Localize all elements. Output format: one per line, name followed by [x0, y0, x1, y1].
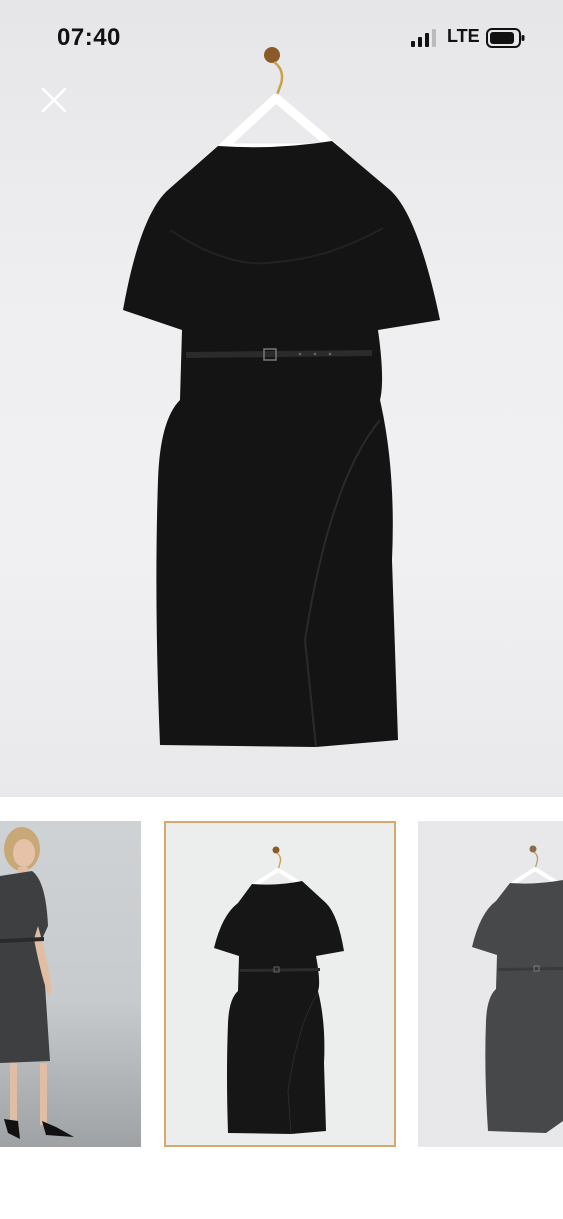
battery-icon: [486, 28, 525, 48]
product-hero-image[interactable]: [0, 0, 563, 797]
close-button[interactable]: [40, 86, 68, 114]
close-icon: [41, 87, 67, 113]
dress-thumbnail-image: [214, 846, 344, 1135]
thumbnail-dress-dimmed[interactable]: [418, 821, 563, 1147]
dress-thumbnail-image-dimmed: [472, 845, 563, 1133]
thumbnail-strip: [0, 818, 563, 1150]
status-time: 07:40: [57, 24, 121, 51]
model-image: [0, 827, 74, 1139]
dress-image: [123, 47, 440, 748]
network-type: LTE: [447, 26, 480, 46]
thumbnail-dress-selected[interactable]: [164, 821, 396, 1147]
status-bar: 07:40 LTE: [0, 0, 563, 75]
thumbnail-model-photo[interactable]: [0, 821, 141, 1147]
signal-bars-icon: [411, 29, 436, 47]
